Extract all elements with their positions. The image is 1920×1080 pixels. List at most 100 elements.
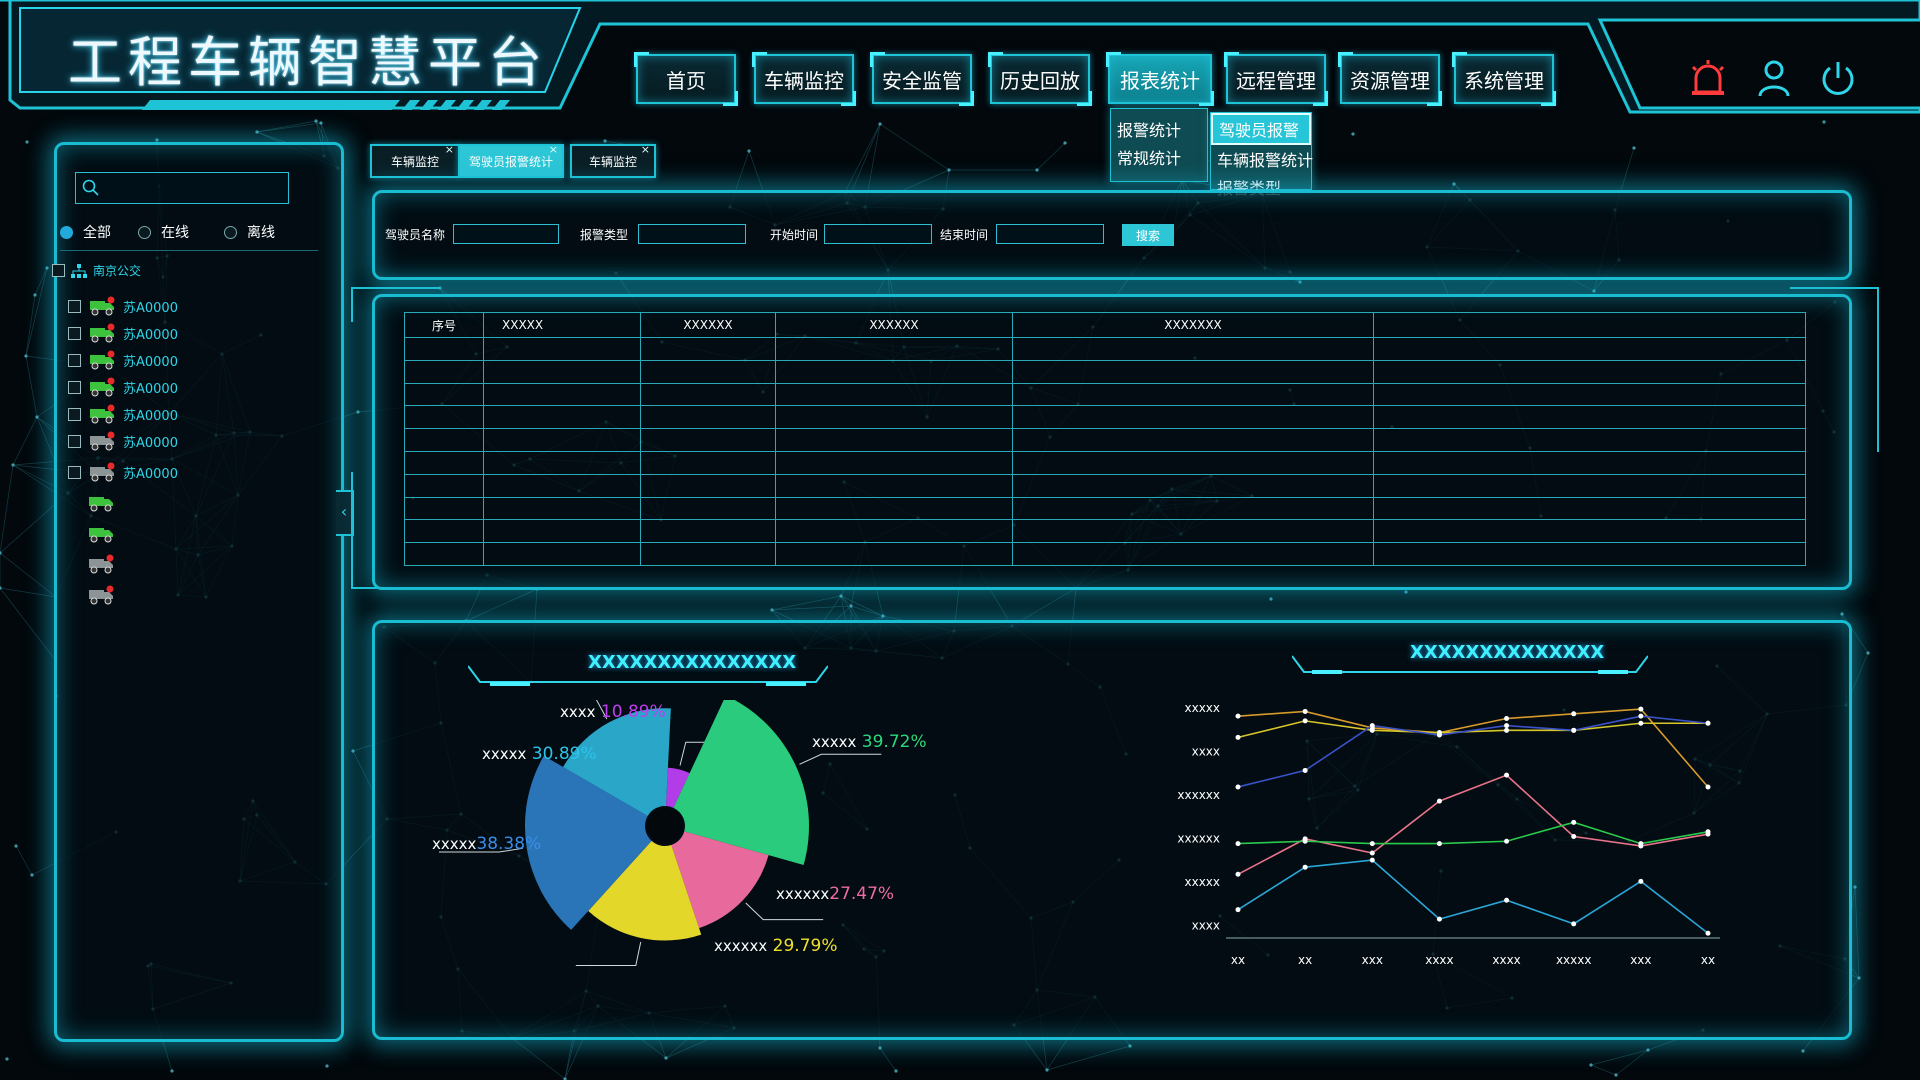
truck-icon[interactable]	[88, 585, 114, 605]
line-point[interactable]	[1638, 720, 1644, 726]
line-series-4[interactable]	[1237, 774, 1709, 875]
nav-report-statistics[interactable]: 报表统计	[1106, 52, 1214, 106]
vehicle-item[interactable]: 苏A0000	[68, 296, 178, 316]
line-series-2[interactable]	[1237, 720, 1708, 739]
line-point[interactable]	[1436, 732, 1442, 738]
nav-system-management[interactable]: 系统管理	[1452, 52, 1556, 106]
line-series-5[interactable]	[1237, 821, 1709, 845]
driver-name-input[interactable]	[453, 224, 559, 244]
vehicle-checkbox[interactable]	[68, 380, 81, 394]
line-point[interactable]	[1638, 878, 1644, 884]
line-point[interactable]	[1705, 784, 1711, 790]
power-icon[interactable]	[1818, 58, 1858, 98]
line-point[interactable]	[1571, 711, 1577, 717]
line-point[interactable]	[1705, 829, 1711, 835]
vehicle-item[interactable]: 苏A0000	[68, 377, 178, 397]
line-point[interactable]	[1436, 841, 1442, 847]
end-time-input[interactable]	[996, 224, 1104, 244]
line-point[interactable]	[1369, 841, 1375, 847]
close-icon[interactable]: ×	[445, 143, 454, 156]
line-point[interactable]	[1369, 723, 1375, 729]
user-icon[interactable]	[1754, 58, 1794, 98]
line-point[interactable]	[1705, 720, 1711, 726]
vehicle-checkbox[interactable]	[68, 407, 81, 421]
vehicle-checkbox[interactable]	[68, 299, 81, 313]
alarm-icon[interactable]	[1688, 58, 1728, 98]
line-point[interactable]	[1302, 767, 1308, 773]
vehicle-item[interactable]: 苏A0000	[68, 350, 178, 370]
close-icon[interactable]: ×	[641, 143, 650, 156]
line-point[interactable]	[1504, 897, 1510, 903]
line-point[interactable]	[1705, 930, 1711, 936]
line-point[interactable]	[1302, 864, 1308, 870]
line-point[interactable]	[1369, 727, 1375, 733]
line-point[interactable]	[1302, 838, 1308, 844]
line-point[interactable]	[1504, 772, 1510, 778]
line-series-3[interactable]	[1237, 715, 1709, 788]
line-point[interactable]	[1504, 716, 1510, 722]
subtab-vehicle-monitor-1[interactable]: 车辆监控 ×	[370, 143, 460, 178]
start-time-input[interactable]	[824, 224, 932, 244]
line-point[interactable]	[1571, 819, 1577, 825]
line-point[interactable]	[1436, 798, 1442, 804]
line-point[interactable]	[1235, 784, 1241, 790]
vehicle-checkbox[interactable]	[68, 353, 81, 367]
vehicle-checkbox[interactable]	[68, 434, 81, 448]
vehicle-checkbox[interactable]	[68, 465, 81, 479]
menu-item-vehicle-alarm-stats[interactable]: 车辆报警统计	[1211, 145, 1313, 173]
table-row[interactable]	[404, 450, 1806, 475]
vehicle-search-input[interactable]	[75, 172, 289, 204]
filter-all-radio[interactable]: 全部	[60, 222, 111, 242]
line-point[interactable]	[1504, 838, 1510, 844]
subtab-vehicle-monitor-2[interactable]: 车辆监控 ×	[570, 143, 656, 178]
menu-item-regular-stats[interactable]: 常规统计	[1111, 143, 1207, 171]
table-row[interactable]	[404, 405, 1806, 430]
filter-offline-radio[interactable]: 离线	[224, 222, 275, 242]
group-checkbox[interactable]	[52, 264, 65, 277]
nav-remote-management[interactable]: 远程管理	[1224, 52, 1328, 106]
menu-item-driver-alarm[interactable]: 驾驶员报警	[1211, 113, 1311, 145]
vehicle-item[interactable]: 苏A0000	[68, 404, 178, 424]
line-point[interactable]	[1369, 850, 1375, 856]
close-icon[interactable]: ×	[549, 143, 558, 156]
table-row[interactable]	[404, 428, 1806, 452]
line-point[interactable]	[1235, 713, 1241, 719]
filter-online-radio[interactable]: 在线	[138, 222, 189, 242]
nav-vehicle-monitor[interactable]: 车辆监控	[752, 52, 856, 106]
line-point[interactable]	[1638, 706, 1644, 712]
table-row[interactable]	[404, 473, 1806, 498]
line-point[interactable]	[1504, 723, 1510, 729]
alarm-type-input[interactable]	[638, 224, 746, 244]
truck-icon[interactable]	[88, 554, 114, 574]
line-point[interactable]	[1436, 916, 1442, 922]
nav-safety-supervision[interactable]: 安全监管	[870, 52, 974, 106]
table-row[interactable]	[404, 359, 1806, 384]
truck-icon[interactable]	[88, 523, 114, 543]
vehicle-item[interactable]: 苏A0000	[68, 431, 178, 451]
line-point[interactable]	[1571, 834, 1577, 840]
line-point[interactable]	[1235, 907, 1241, 913]
table-row[interactable]	[404, 382, 1806, 407]
nav-resource-management[interactable]: 资源管理	[1338, 52, 1442, 106]
line-point[interactable]	[1369, 857, 1375, 863]
line-point[interactable]	[1638, 841, 1644, 847]
line-point[interactable]	[1504, 727, 1510, 733]
line-point[interactable]	[1638, 713, 1644, 719]
subtab-driver-alarm-stats[interactable]: 驾驶员报警统计 ×	[458, 143, 564, 178]
line-point[interactable]	[1571, 921, 1577, 927]
table-row[interactable]	[404, 496, 1806, 521]
vehicle-item[interactable]: 苏A0000	[68, 462, 178, 482]
truck-icon[interactable]	[88, 492, 114, 512]
nav-history-playback[interactable]: 历史回放	[988, 52, 1092, 106]
line-series-6[interactable]	[1237, 859, 1709, 934]
line-point[interactable]	[1235, 841, 1241, 847]
nav-home[interactable]: 首页	[634, 52, 738, 106]
vehicle-item[interactable]: 苏A0000	[68, 323, 178, 343]
vehicle-checkbox[interactable]	[68, 326, 81, 340]
menu-item-alarm-stats[interactable]: 报警统计	[1111, 115, 1207, 143]
line-point[interactable]	[1302, 708, 1308, 714]
line-point[interactable]	[1235, 734, 1241, 740]
line-point[interactable]	[1571, 727, 1577, 733]
table-row[interactable]	[404, 542, 1806, 566]
tree-group-node[interactable]: 南京公交	[52, 262, 141, 279]
